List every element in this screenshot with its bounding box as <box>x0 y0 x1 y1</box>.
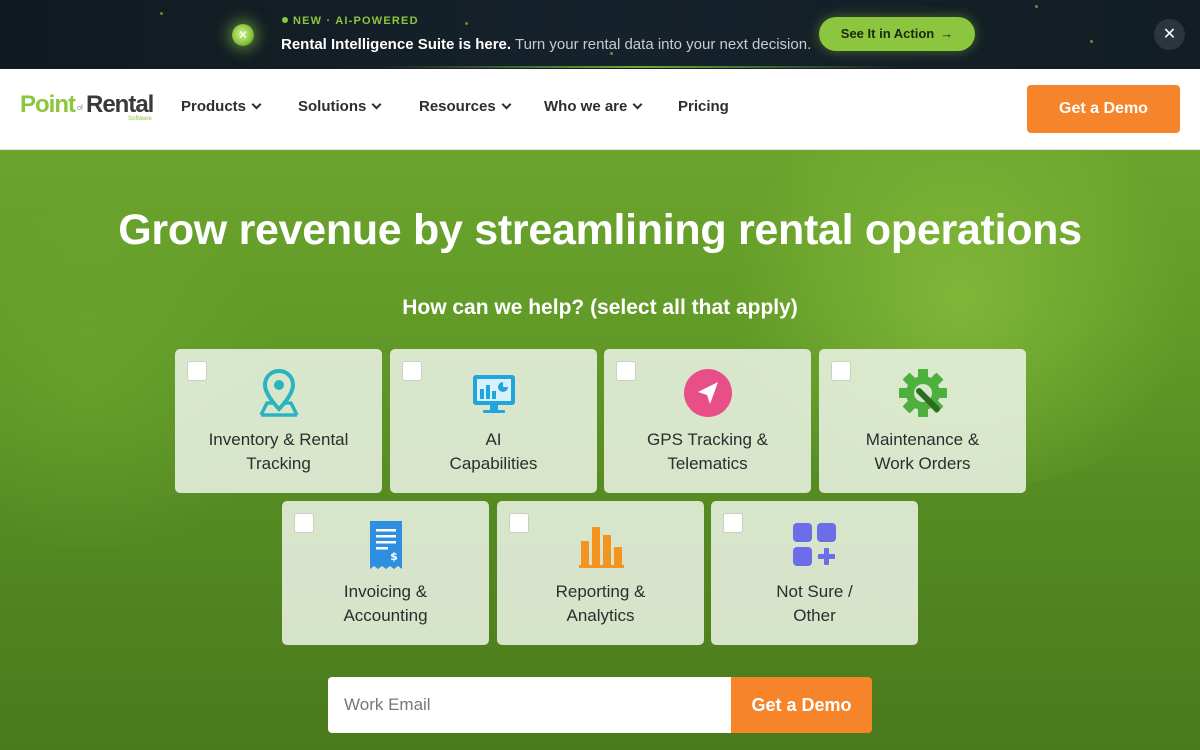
option-label: Maintenance & Work Orders <box>865 430 980 473</box>
nav-item-label: Resources <box>419 98 496 115</box>
option-label: Invoicing & Accounting <box>343 582 428 625</box>
navigation-arrow-icon <box>684 369 732 417</box>
chevron-down-icon <box>501 99 512 110</box>
hero-title: Grow revenue by streamlining rental oper… <box>118 206 1082 254</box>
option-label: Inventory & Rental Tracking <box>208 430 349 473</box>
decorative-star <box>1035 5 1038 8</box>
see-it-in-action-button[interactable]: See It in Action → <box>819 17 975 51</box>
option-card-maintenance[interactable]: Maintenance & Work Orders <box>819 349 1026 493</box>
option-card-gps[interactable]: GPS Tracking & Telematics <box>604 349 811 493</box>
nav-item-pricing[interactable]: Pricing <box>678 98 729 115</box>
decorative-star <box>465 22 468 25</box>
point-of-rental-logo[interactable]: Point of Rental Software <box>20 91 160 125</box>
nav-item-products[interactable]: Products <box>181 98 262 115</box>
option-checkbox[interactable] <box>187 361 207 381</box>
option-label: Reporting & Analytics <box>555 582 646 625</box>
option-checkbox[interactable] <box>294 513 314 533</box>
option-label: Not Sure / Other <box>776 582 853 625</box>
work-email-input[interactable] <box>328 677 732 733</box>
chevron-down-icon <box>632 99 643 110</box>
logo-text-rental: Rental <box>86 91 154 118</box>
arrow-right-icon: → <box>940 26 954 41</box>
analytics-monitor-icon <box>473 375 515 413</box>
chevron-down-icon <box>371 99 382 110</box>
decorative-star <box>160 12 163 15</box>
nav-item-label: Who we are <box>544 98 628 115</box>
announcement-headline: Rental Intelligence Suite is here. <box>281 36 512 53</box>
nav-item-label: Pricing <box>678 98 729 115</box>
map-pin-icon <box>259 368 299 417</box>
option-card-invoicing[interactable]: $ Invoicing & Accounting <box>282 501 489 645</box>
svg-text:$: $ <box>390 550 398 563</box>
hero-section: Grow revenue by streamlining rental oper… <box>0 150 1200 750</box>
nav-item-label: Products <box>181 98 247 115</box>
decorative-star <box>1090 40 1093 43</box>
option-label: AI Capabilities <box>449 430 538 473</box>
status-dot-icon <box>282 17 288 23</box>
option-checkbox[interactable] <box>723 513 743 533</box>
gear-wrench-icon <box>899 369 947 417</box>
option-card-inventory[interactable]: Inventory & Rental Tracking <box>175 349 382 493</box>
nav-item-who-we-are[interactable]: Who we are <box>544 98 643 115</box>
bar-chart-icon <box>579 527 624 568</box>
sparkle-orb-icon: ✕ <box>232 24 254 46</box>
announcement-message: Rental Intelligence Suite is here. Turn … <box>281 36 811 53</box>
logo-text-of: of <box>77 105 83 112</box>
option-label: GPS Tracking & Telematics <box>647 430 768 473</box>
logo-text-software: Software <box>128 116 152 122</box>
announcement-body: Turn your rental data into your next dec… <box>511 36 812 53</box>
hero-subtitle: How can we help? (select all that apply) <box>402 296 798 319</box>
main-navigation: Point of Rental Software Products Soluti… <box>0 69 1200 150</box>
invoice-icon: $ <box>370 521 402 569</box>
nav-item-resources[interactable]: Resources <box>419 98 512 115</box>
option-card-not-sure[interactable]: Not Sure / Other <box>711 501 918 645</box>
announcement-tag-text: NEW · AI-POWERED <box>293 15 419 27</box>
chevron-down-icon <box>251 99 262 110</box>
glow-line <box>380 66 900 68</box>
close-announcement-button[interactable]: ✕ <box>1154 19 1185 50</box>
option-checkbox[interactable] <box>402 361 422 381</box>
nav-item-label: Solutions <box>298 98 367 115</box>
option-card-reporting[interactable]: Reporting & Analytics <box>497 501 704 645</box>
logo-text-point: Point <box>20 91 76 118</box>
option-checkbox[interactable] <box>616 361 636 381</box>
announcement-tag: NEW · AI-POWERED <box>282 15 419 27</box>
see-it-in-action-label: See It in Action <box>840 26 935 41</box>
nav-item-solutions[interactable]: Solutions <box>298 98 382 115</box>
option-checkbox[interactable] <box>831 361 851 381</box>
get-a-demo-submit-button[interactable]: Get a Demo <box>731 677 872 733</box>
get-a-demo-nav-button[interactable]: Get a Demo <box>1027 85 1180 133</box>
announcement-bar: ✕ NEW · AI-POWERED Rental Intelligence S… <box>0 0 1200 69</box>
option-checkbox[interactable] <box>509 513 529 533</box>
grid-plus-icon <box>793 523 836 566</box>
option-card-ai[interactable]: AI Capabilities <box>390 349 597 493</box>
